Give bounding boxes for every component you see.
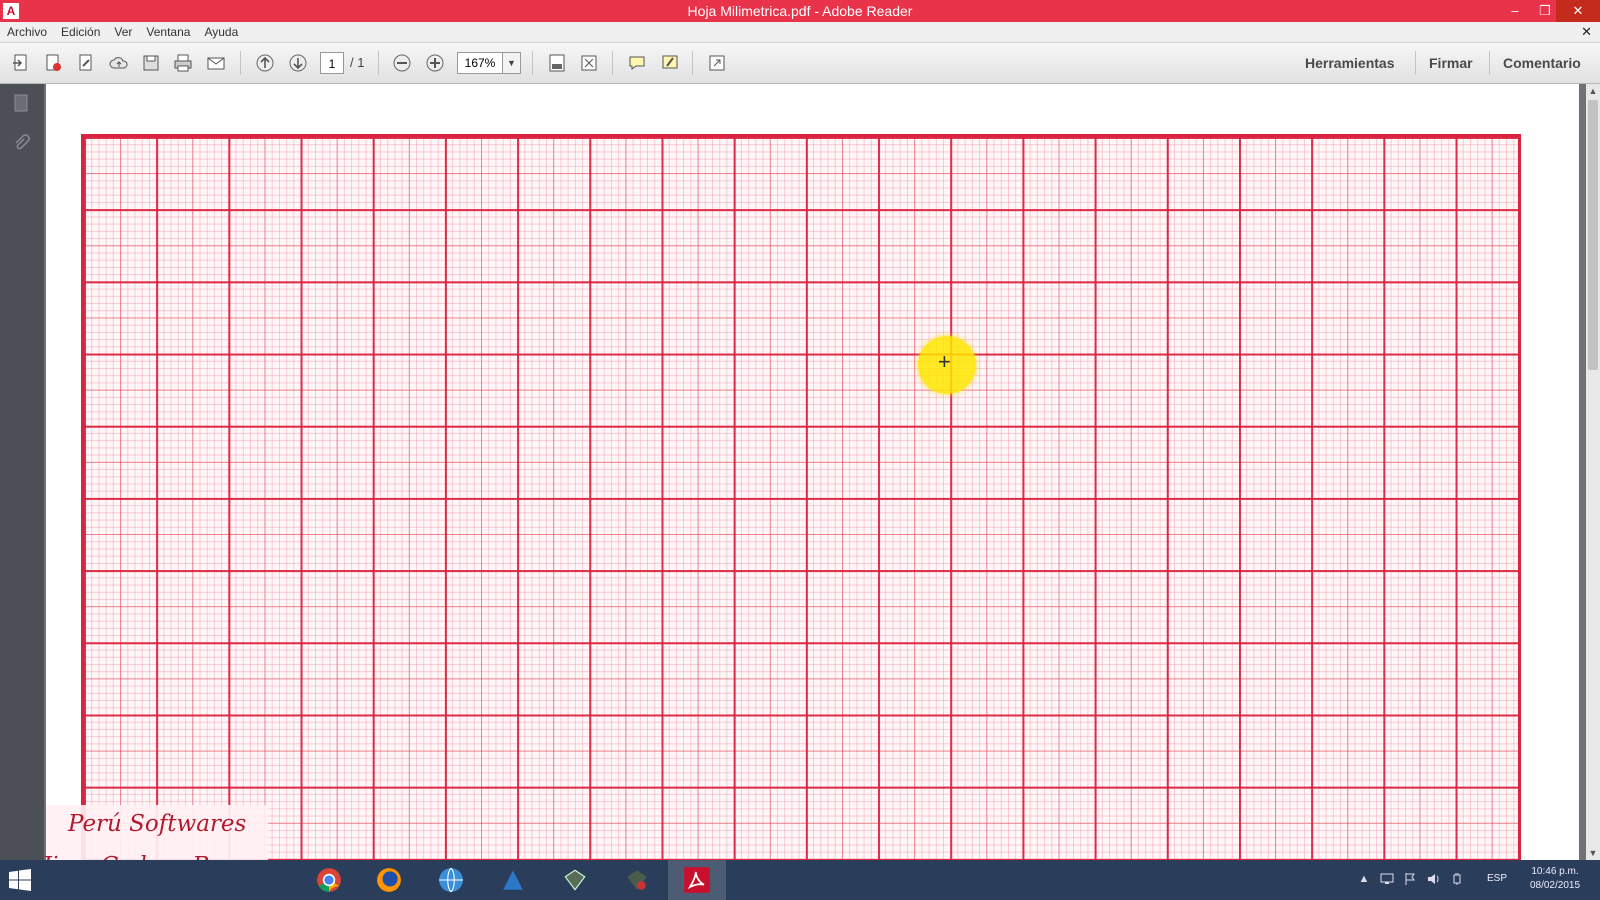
cloud-upload-icon[interactable] (108, 52, 130, 74)
windows-start-icon[interactable] (8, 868, 32, 892)
input-language-indicator[interactable]: ESP (1487, 872, 1507, 886)
cad-app-icon[interactable] (546, 860, 604, 900)
menu-ayuda[interactable]: Ayuda (197, 22, 245, 42)
navigation-panel (0, 84, 44, 860)
show-hidden-icons-button[interactable]: ▲ (1357, 872, 1371, 886)
tools-pane-button[interactable]: Herramientas (1305, 53, 1395, 73)
watermark-line-1: Perú Softwares (68, 811, 247, 837)
mouse-cursor-highlight (918, 336, 976, 394)
browser-globe-icon[interactable] (422, 860, 480, 900)
zoom-out-icon[interactable] (391, 52, 413, 74)
network-icon[interactable] (1380, 872, 1394, 886)
toolbar-separator (1415, 51, 1416, 75)
clock-time: 10:46 p.m. (1531, 866, 1579, 877)
system-clock[interactable]: 10:46 p.m. 08/02/2015 (1518, 865, 1592, 893)
attachments-icon[interactable] (10, 132, 32, 154)
action-center-flag-icon[interactable] (1403, 872, 1417, 886)
page-number-input[interactable]: 1 (320, 52, 344, 74)
civil-app-icon[interactable] (608, 860, 666, 900)
close-button[interactable]: ✕ (1556, 0, 1600, 22)
firefox-icon[interactable] (360, 860, 418, 900)
menu-edicion[interactable]: Edición (54, 22, 107, 42)
scrollbar-thumb[interactable] (1588, 100, 1598, 370)
pdf-page (46, 84, 1579, 860)
autocad-icon[interactable] (484, 860, 542, 900)
menu-ver[interactable]: Ver (107, 22, 139, 42)
toolbar-separator (1489, 51, 1490, 75)
comment-icon[interactable] (626, 52, 648, 74)
zoom-level-input[interactable]: 167% (457, 52, 503, 74)
menu-bar: Archivo Edición Ver Ventana Ayuda ✕ (0, 22, 1600, 43)
vertical-scrollbar[interactable]: ▲ ▼ (1586, 84, 1600, 860)
menu-ventana[interactable]: Ventana (139, 22, 197, 42)
power-plug-icon[interactable] (1450, 872, 1464, 886)
sign-pane-button[interactable]: Firmar (1429, 53, 1473, 73)
full-screen-icon[interactable] (578, 52, 600, 74)
expand-icon[interactable] (706, 52, 728, 74)
scroll-up-arrow[interactable]: ▲ (1586, 84, 1600, 98)
chrome-icon[interactable] (300, 860, 358, 900)
minimize-button[interactable]: – (1500, 0, 1530, 22)
toolbar-separator (612, 51, 613, 75)
toolbar-separator (240, 51, 241, 75)
fit-page-icon[interactable] (546, 52, 568, 74)
scroll-down-arrow[interactable]: ▼ (1586, 846, 1600, 860)
clock-date: 08/02/2015 (1529, 880, 1581, 891)
print-icon[interactable] (172, 52, 194, 74)
volume-icon[interactable] (1426, 872, 1440, 886)
previous-page-icon[interactable] (254, 52, 276, 74)
document-close-button[interactable]: ✕ (1581, 22, 1592, 42)
toolbar-separator (692, 51, 693, 75)
title-bar: A Hoja Milimetrica.pdf - Adobe Reader – … (0, 0, 1600, 22)
toolbar-separator (532, 51, 533, 75)
highlight-tool-icon[interactable] (659, 52, 681, 74)
toolbar-separator (378, 51, 379, 75)
page-total-label: / 1 (350, 55, 365, 70)
zoom-in-icon[interactable] (424, 52, 446, 74)
create-pdf-icon[interactable] (10, 52, 32, 74)
next-page-icon[interactable] (287, 52, 309, 74)
menu-archivo[interactable]: Archivo (0, 22, 54, 42)
zoom-dropdown-button[interactable]: ▼ (503, 52, 521, 74)
export-pdf-icon[interactable] (42, 52, 64, 74)
taskbar: ▲ ESP 10:46 p.m. 08/02/2015 (0, 860, 1600, 900)
millimeter-grid (81, 134, 1521, 860)
page-thumbnails-icon[interactable] (10, 92, 32, 114)
document-view[interactable] (44, 84, 1586, 860)
save-icon[interactable] (140, 52, 162, 74)
window-title: Hoja Milimetrica.pdf - Adobe Reader (687, 3, 913, 19)
comment-pane-button[interactable]: Comentario (1503, 53, 1581, 73)
edit-pdf-icon[interactable] (75, 52, 97, 74)
toolbar: 1 / 1 167% ▼ Herramientas Firmar Comenta… (0, 43, 1600, 84)
adobe-reader-taskbar-icon[interactable] (668, 860, 726, 900)
email-icon[interactable] (205, 52, 227, 74)
